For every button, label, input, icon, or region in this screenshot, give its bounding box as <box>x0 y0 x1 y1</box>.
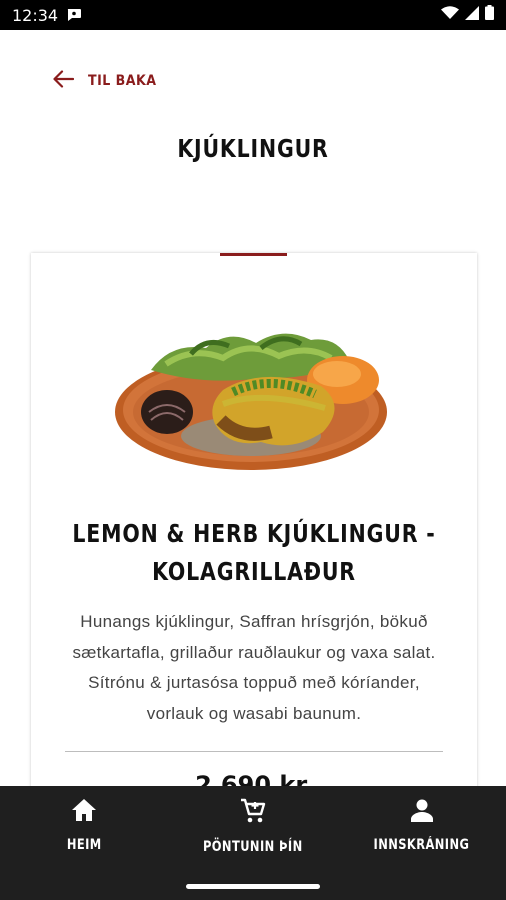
battery-icon <box>485 5 494 25</box>
home-icon <box>71 798 97 827</box>
page-title: KJÚKLINGUR <box>177 134 329 163</box>
wifi-icon <box>441 5 459 25</box>
nav-label-login: INNSKRÁNING <box>373 837 470 853</box>
nav-item-home[interactable]: HEIM <box>0 786 169 870</box>
nav-item-order[interactable]: PÖNTUNIN ÞÍN <box>169 786 338 870</box>
person-icon <box>410 798 434 827</box>
dish-name-line-1: LEMON & HERB KJÚKLINGUR - <box>72 519 436 548</box>
dish-name-line-2: KOLAGRILLAÐUR <box>152 557 356 586</box>
dish-description-line: Sítrónu & jurtasósa toppuð með kóríander… <box>88 673 420 692</box>
dish-image <box>115 333 387 470</box>
arrow-left-icon <box>52 69 75 93</box>
chat-bubble-icon <box>66 8 82 22</box>
back-button[interactable]: TIL BAKA <box>52 68 157 94</box>
dish-description-line: vorlauk og wasabi baunum. <box>146 703 362 723</box>
back-label: TIL BAKA <box>88 73 157 89</box>
dish-name: LEMON & HERB KJÚKLINGUR - KOLAGRILLAÐUR <box>31 515 477 591</box>
bottom-nav: HEIM PÖNTUNIN ÞÍN INNSKRÁNING <box>0 786 506 870</box>
cart-icon <box>240 798 266 829</box>
card-divider <box>65 751 443 752</box>
dish-description-line: Hunangs kjúklingur, Saffran hrísgrjón, b… <box>80 612 428 631</box>
home-gesture-handle[interactable] <box>186 884 320 889</box>
signal-icon <box>465 5 479 25</box>
card-accent-bar <box>220 253 287 256</box>
dish-description-line: sætkartafla, grillaður rauðlaukur og vax… <box>72 642 436 662</box>
nav-item-login[interactable]: INNSKRÁNING <box>337 786 506 870</box>
status-time: 12:34 <box>12 5 59 25</box>
nav-label-order: PÖNTUNIN ÞÍN <box>203 839 303 855</box>
status-bar: 12:34 <box>0 0 506 30</box>
dish-description: Hunangs kjúklingur, Saffran hrísgrjón, b… <box>51 607 457 729</box>
nav-label-home: HEIM <box>66 837 102 853</box>
status-indicators <box>441 5 494 25</box>
dish-card[interactable]: LEMON & HERB KJÚKLINGUR - KOLAGRILLAÐUR … <box>31 253 477 853</box>
gesture-area <box>0 870 506 900</box>
